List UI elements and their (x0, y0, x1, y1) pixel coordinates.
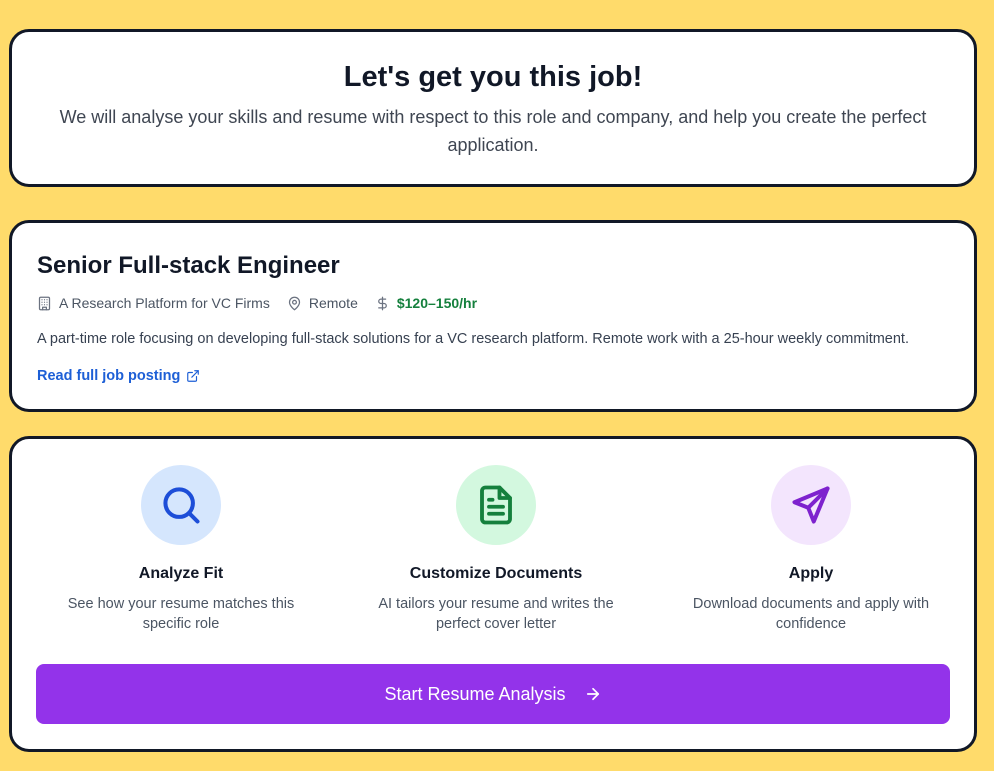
step-title: Customize Documents (409, 565, 583, 582)
company-meta: A Research Platform for VC Firms (37, 295, 270, 311)
job-salary: $120–150/hr (396, 295, 478, 311)
steps-card: Analyze Fit See how your resume matches … (9, 436, 977, 752)
company-name: A Research Platform for VC Firms (59, 295, 270, 311)
hero-card: Let's get you this job! We will analyse … (9, 29, 977, 187)
page-title: Let's get you this job! (343, 61, 643, 93)
cta-label: Start Resume Analysis (384, 683, 566, 704)
step-title: Apply (788, 565, 834, 582)
step-icon-circle (771, 465, 851, 545)
job-description: A part-time role focusing on developing … (37, 331, 909, 347)
arrow-right-icon (586, 687, 599, 701)
step-icon-circle (141, 465, 221, 545)
page-subtitle: We will analyse your skills and resume w… (59, 107, 927, 155)
location-meta: Remote (287, 295, 358, 311)
send-icon (792, 486, 830, 524)
start-resume-analysis-button[interactable]: Start Resume Analysis (36, 664, 950, 724)
read-job-posting-link[interactable]: Read full job posting (37, 368, 200, 384)
step-apply: Apply Download documents and apply with … (676, 465, 946, 634)
job-location: Remote (308, 295, 358, 311)
search-icon (163, 487, 200, 524)
step-icon-circle (456, 465, 536, 545)
building-icon (38, 296, 51, 310)
job-title: Senior Full-stack Engineer (37, 252, 340, 279)
dollar-icon (377, 296, 387, 310)
external-link-icon (187, 370, 200, 382)
step-description: See how your resume matches this specifi… (67, 596, 295, 632)
job-card: Senior Full-stack Engineer A Research Pl… (9, 220, 977, 412)
salary-meta: $120–150/hr (375, 295, 477, 311)
step-analyze-fit: Analyze Fit See how your resume matches … (46, 465, 316, 634)
step-title: Analyze Fit (138, 565, 224, 582)
job-meta: A Research Platform for VC Firms Remote … (37, 293, 949, 313)
step-customize-documents: Customize Documents AI tailors your resu… (361, 465, 631, 634)
step-description: AI tailors your resume and writes the pe… (378, 596, 614, 632)
map-pin-icon (288, 296, 300, 310)
document-icon (480, 485, 512, 525)
link-label: Read full job posting (37, 368, 181, 384)
step-description: Download documents and apply with confid… (692, 596, 930, 632)
